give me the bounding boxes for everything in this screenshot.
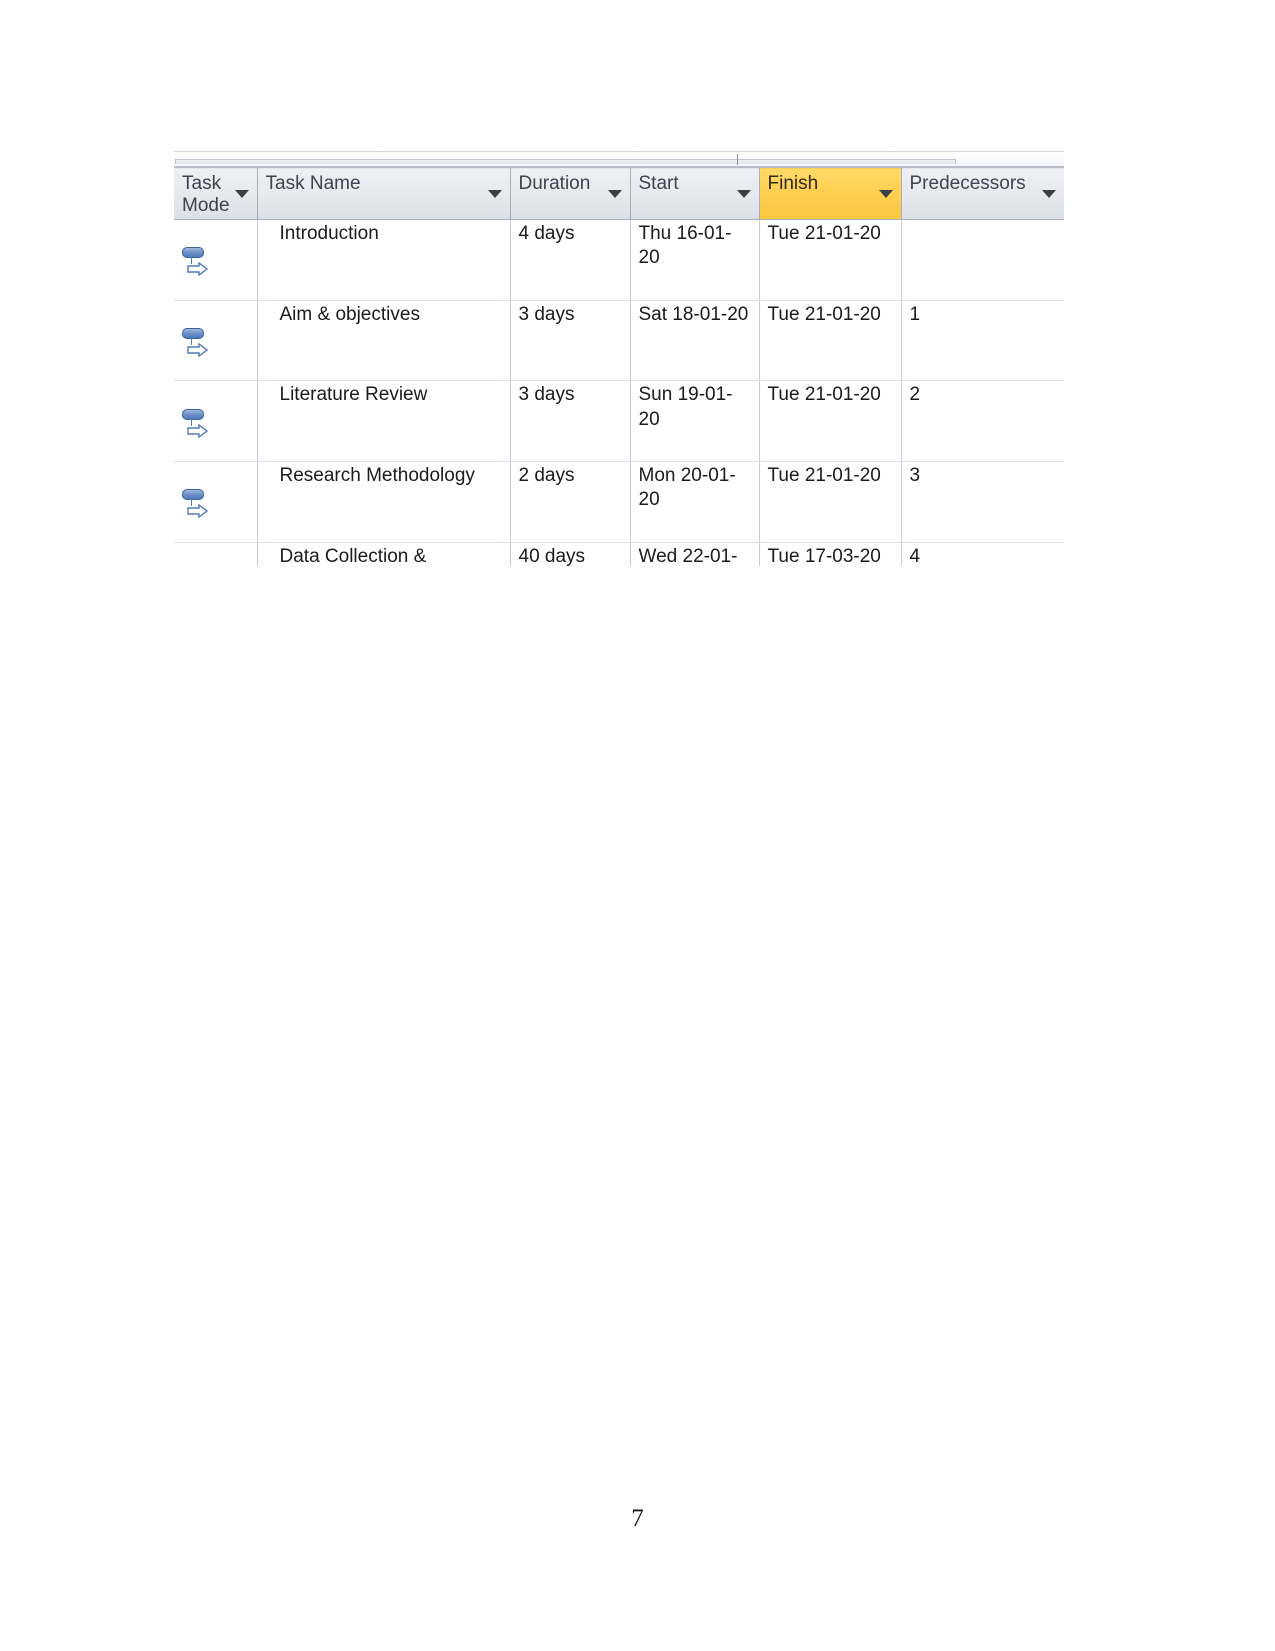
cell-task-name[interactable]: Literature Review [257, 380, 511, 462]
cell-start[interactable]: Sat 18-01-20 [630, 300, 760, 382]
grid-splitter-track [175, 159, 956, 164]
column-header-finish-label: Finish [767, 173, 819, 194]
cell-task-name[interactable]: Aim & objectives [257, 300, 511, 382]
column-header-duration[interactable]: Duration [510, 167, 631, 220]
cell-duration[interactable]: 4 days [510, 219, 631, 301]
column-header-task-name-label: Task Name [265, 173, 361, 194]
column-header-start[interactable]: Start [630, 167, 760, 220]
cell-predecessors[interactable]: 4 [901, 542, 1064, 566]
cell-start[interactable]: Sun 19-01-20 [630, 380, 760, 462]
column-header-task-name[interactable]: Task Name [257, 167, 511, 220]
cell-duration[interactable]: 2 days [510, 461, 631, 543]
cell-finish[interactable]: Tue 21-01-20 [759, 380, 902, 462]
header-row: Task Mode Task Name Duration Start Finis… [174, 167, 1064, 220]
filter-dropdown-icon-task-name[interactable] [487, 190, 502, 198]
grid-splitter-handle[interactable] [737, 154, 738, 165]
cell-predecessors[interactable]: 2 [901, 380, 1064, 462]
cell-task-mode[interactable] [174, 219, 258, 301]
document-page: Task Mode Task Name Duration Start Finis… [0, 0, 1275, 1651]
table-row[interactable]: Research Methodology 2 days Mon 20-01-20… [174, 461, 1064, 543]
filter-dropdown-icon-finish[interactable] [878, 190, 893, 198]
cell-finish[interactable]: Tue 21-01-20 [759, 300, 902, 382]
auto-scheduled-icon [182, 408, 209, 438]
cell-task-mode[interactable] [174, 380, 258, 462]
table-row[interactable]: Data Collection & Interpretation 40 days… [174, 542, 1064, 566]
cell-predecessors[interactable] [901, 219, 1064, 301]
cell-start[interactable]: Wed 22-01-20 [630, 542, 760, 566]
cell-duration[interactable]: 40 days [510, 542, 631, 566]
cell-finish[interactable]: Tue 21-01-20 [759, 219, 902, 301]
filter-dropdown-icon-predecessors[interactable] [1041, 190, 1056, 198]
cell-task-name[interactable]: Data Collection & Interpretation [257, 542, 511, 566]
cell-finish[interactable]: Tue 17-03-20 [759, 542, 902, 566]
cell-predecessors[interactable]: 3 [901, 461, 1064, 543]
cell-predecessors[interactable]: 1 [901, 300, 1064, 382]
table-row[interactable]: Aim & objectives 3 days Sat 18-01-20 Tue… [174, 300, 1064, 382]
column-header-start-label: Start [638, 173, 679, 194]
cell-start[interactable]: Mon 20-01-20 [630, 461, 760, 543]
cell-task-mode[interactable] [174, 542, 258, 566]
auto-scheduled-icon [182, 489, 209, 519]
table-body: Introduction 4 days Thu 16-01-20 Tue 21-… [174, 219, 1064, 566]
page-number: 7 [631, 1505, 644, 1532]
cell-duration[interactable]: 3 days [510, 380, 631, 462]
cell-task-mode[interactable] [174, 300, 258, 382]
project-grid-screenshot: Task Mode Task Name Duration Start Finis… [174, 144, 1064, 566]
grid-splitter-band[interactable] [174, 144, 1064, 167]
cell-finish[interactable]: Tue 21-01-20 [759, 461, 902, 543]
task-table: Task Mode Task Name Duration Start Finis… [174, 167, 1064, 566]
table-row[interactable]: Introduction 4 days Thu 16-01-20 Tue 21-… [174, 219, 1064, 301]
cell-task-name[interactable]: Introduction [257, 219, 511, 301]
table-row[interactable]: Literature Review 3 days Sun 19-01-20 Tu… [174, 380, 1064, 462]
column-header-finish[interactable]: Finish [759, 167, 902, 220]
column-header-task-mode[interactable]: Task Mode [174, 167, 258, 220]
cell-start[interactable]: Thu 16-01-20 [630, 219, 760, 301]
cell-task-name[interactable]: Research Methodology [257, 461, 511, 543]
auto-scheduled-icon [182, 247, 209, 277]
filter-dropdown-icon-start[interactable] [736, 190, 751, 198]
table-header: Task Mode Task Name Duration Start Finis… [174, 167, 1064, 220]
filter-dropdown-icon-duration[interactable] [607, 190, 622, 198]
auto-scheduled-icon [182, 327, 209, 357]
column-header-predecessors-label: Predecessors [909, 173, 1026, 194]
cell-duration[interactable]: 3 days [510, 300, 631, 382]
column-header-predecessors[interactable]: Predecessors [901, 167, 1064, 220]
filter-dropdown-icon-task-mode[interactable] [234, 190, 249, 198]
cell-task-mode[interactable] [174, 461, 258, 543]
